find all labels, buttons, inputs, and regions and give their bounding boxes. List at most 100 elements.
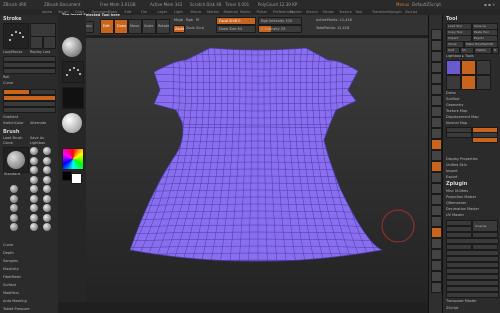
menu-marker[interactable]: Marker (207, 10, 219, 14)
default-script[interactable]: DefaultZScript (412, 2, 441, 7)
aahalf-icon[interactable] (431, 84, 442, 95)
replay-last-label[interactable]: Replay Last (30, 50, 50, 54)
brush-thumb-icon[interactable] (10, 223, 18, 231)
brush-thumb-icon[interactable] (30, 194, 38, 203)
brush-thumb-icon[interactable] (10, 204, 18, 212)
tool-thumb-cylinder[interactable] (446, 75, 461, 90)
rgb-toggle[interactable]: Rgb (186, 18, 193, 22)
lazy-smooth-slider[interactable] (3, 68, 56, 74)
brush-thumb-icon[interactable] (43, 147, 51, 155)
all-button[interactable]: All (460, 47, 474, 54)
menu-zplugin[interactable]: Zplugin (389, 10, 402, 14)
dress-mesh[interactable] (86, 38, 428, 302)
move-icon[interactable] (431, 150, 442, 161)
draw-size-slider[interactable]: Draw Size 64 (216, 25, 256, 33)
brush-thumb-icon[interactable] (30, 175, 38, 184)
xyz-icon[interactable] (431, 260, 442, 271)
brush-subpalette-surface[interactable]: Surface (3, 283, 16, 287)
brush-thumb-icon[interactable] (43, 213, 51, 222)
curve-snap-slider[interactable] (3, 107, 56, 113)
menu-movie[interactable]: Movie (240, 10, 250, 14)
brush-thumb-icon[interactable] (30, 204, 38, 212)
brush-subpalette-fibermesh[interactable]: FiberMesh (3, 275, 21, 279)
switch-color-label[interactable]: SwitchColor (3, 121, 24, 125)
brush-subpalette-curve[interactable]: Curve (3, 243, 13, 247)
primary-color-swatch[interactable] (71, 173, 82, 184)
canvas-viewport[interactable] (86, 38, 428, 302)
rgb-intensity-slider[interactable]: Rgb Intensity 100 (258, 17, 302, 25)
rotate-icon[interactable] (431, 172, 442, 183)
floor-icon[interactable] (431, 106, 442, 117)
brush-thumb-icon[interactable] (43, 194, 51, 203)
normal-map-section[interactable]: Normal Map (446, 121, 467, 125)
clone-brush-button[interactable]: Clone (3, 141, 13, 145)
color-picker-wheel[interactable] (62, 148, 84, 170)
uv-master-erase[interactable] (446, 292, 499, 298)
current-brush-preview[interactable] (3, 147, 29, 173)
actual-icon[interactable] (431, 73, 442, 84)
brush-thumb-icon[interactable] (30, 213, 38, 222)
lazy-mouse-toggle[interactable] (30, 36, 43, 49)
menu-render[interactable]: Render (290, 10, 302, 14)
brush-subpalette-samples[interactable]: Samples (3, 259, 18, 263)
normal-map-smooth-toggle[interactable] (446, 132, 472, 138)
ghost-icon[interactable] (431, 205, 442, 216)
zadd-toggle[interactable]: Zadd (173, 25, 185, 33)
visible-button[interactable]: Visible (474, 47, 492, 54)
stroke-thumbnail[interactable] (62, 61, 84, 83)
menu-edit[interactable]: Edit (125, 10, 132, 14)
decimation-section[interactable]: Decimation Master (446, 207, 479, 211)
brush-thumb-icon[interactable] (43, 223, 51, 231)
brush-thumb-icon[interactable] (10, 213, 18, 222)
menu-tool[interactable]: Tool (356, 10, 363, 14)
menu-alpha[interactable]: Alpha (42, 10, 52, 14)
menu-zscript[interactable]: Zscript (405, 10, 417, 14)
save-brush-button[interactable]: Save As (30, 136, 44, 140)
scale-icon[interactable] (431, 161, 442, 172)
unwrap-button[interactable]: Unwrap (472, 220, 498, 232)
brush-thumb-icon[interactable] (30, 185, 38, 193)
brush-thumb-icon[interactable] (43, 166, 51, 174)
transp-icon[interactable] (431, 194, 442, 205)
zoom-icon[interactable] (431, 62, 442, 73)
stroke-type-button[interactable] (30, 23, 56, 37)
zsub-toggle[interactable]: Zsub (186, 26, 195, 30)
xpose-icon[interactable] (431, 227, 442, 238)
stroke-dots-preview[interactable] (3, 23, 29, 49)
brush-subpalette-tablet-pressure[interactable]: Tablet Pressure (3, 307, 29, 311)
tool-thumb-active[interactable] (461, 60, 476, 75)
brush-subpalette-elasticity[interactable]: Elasticity (3, 267, 19, 271)
brush-thumb-icon[interactable] (30, 147, 38, 155)
zscript-section[interactable]: ZScript (446, 306, 459, 310)
menu-material[interactable]: Material (224, 10, 238, 14)
mrgb-toggle[interactable]: Mrgb (174, 18, 183, 22)
draw-mode-button[interactable]: Draw (114, 19, 128, 34)
geometry-section[interactable]: Geometry (446, 103, 463, 107)
roll-toggle[interactable] (43, 36, 56, 49)
tool-thumb-polymesh[interactable] (461, 75, 476, 90)
m-toggle[interactable]: M (196, 18, 199, 22)
frame-icon[interactable] (431, 139, 442, 150)
misc-utilities-section[interactable]: Misc Utilities (446, 189, 468, 193)
dynamic-icon[interactable] (431, 238, 442, 249)
lsym-icon[interactable] (431, 249, 442, 260)
brush-thumb-icon[interactable] (43, 185, 51, 193)
gxyz-icon[interactable] (431, 128, 442, 139)
scale-mode-button[interactable]: Scale (142, 19, 156, 34)
projection-master-section[interactable]: Projection Master (446, 195, 476, 199)
menu-layer[interactable]: Layer (158, 10, 168, 14)
lightbox-tools-button[interactable]: Lightbox ▸ Tools (446, 54, 474, 58)
brush-thumb-icon[interactable] (43, 175, 51, 184)
polyf-icon[interactable] (431, 183, 442, 194)
r-button[interactable]: R (492, 47, 499, 54)
menu-stencil[interactable]: Stencil (306, 10, 318, 14)
qremesher-section[interactable]: QRemesher (446, 201, 466, 205)
brush-thumb-icon[interactable] (43, 156, 51, 165)
edit-mode-button[interactable]: Edit (100, 19, 114, 34)
tool-thumb-simplebrush[interactable] (476, 75, 491, 90)
lightbox-brushes-button[interactable]: Lightbox (30, 141, 45, 145)
brush-thumb-icon[interactable] (10, 194, 18, 203)
move-mode-button[interactable]: Move (128, 19, 142, 34)
unified-skin-section[interactable]: Unified Skin (446, 163, 467, 167)
transpose-master-section[interactable]: Transpose Master (446, 299, 477, 303)
